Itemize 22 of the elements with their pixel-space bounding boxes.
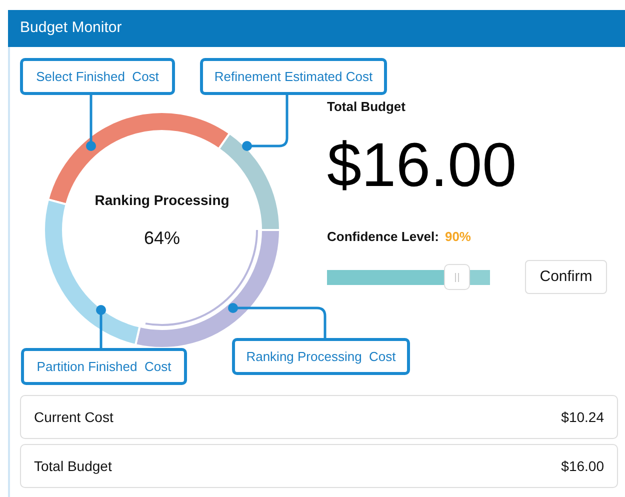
- row-label: Total Budget: [34, 456, 112, 476]
- grip-icon: [455, 272, 460, 282]
- budget-amount: $16.00: [327, 134, 518, 196]
- row-value: $16.00: [561, 456, 604, 476]
- confidence-slider[interactable]: [327, 264, 490, 290]
- center-value: 64%: [144, 227, 180, 250]
- budget-label: Total Budget: [327, 98, 406, 116]
- slider-thumb[interactable]: [444, 264, 470, 290]
- row-value: $10.24: [561, 408, 604, 426]
- window-title: Budget Monitor: [20, 18, 122, 38]
- confirm-button[interactable]: Confirm: [525, 260, 607, 294]
- leader-line: [86, 95, 96, 151]
- segment-label: Refinement Estimated Cost: [200, 58, 387, 95]
- segment-label: Select Finished Cost: [20, 58, 175, 95]
- row-label: Current Cost: [34, 408, 114, 426]
- confidence-label: Confidence Level:: [327, 228, 439, 246]
- leader-line: [96, 305, 106, 348]
- segment-label: Partition Finished Cost: [21, 348, 187, 385]
- center-label: Ranking Processing: [94, 191, 230, 210]
- leader-line: [242, 95, 288, 151]
- segment-label: Ranking Processing Cost: [232, 338, 410, 375]
- confidence-value: 90%: [444, 228, 471, 246]
